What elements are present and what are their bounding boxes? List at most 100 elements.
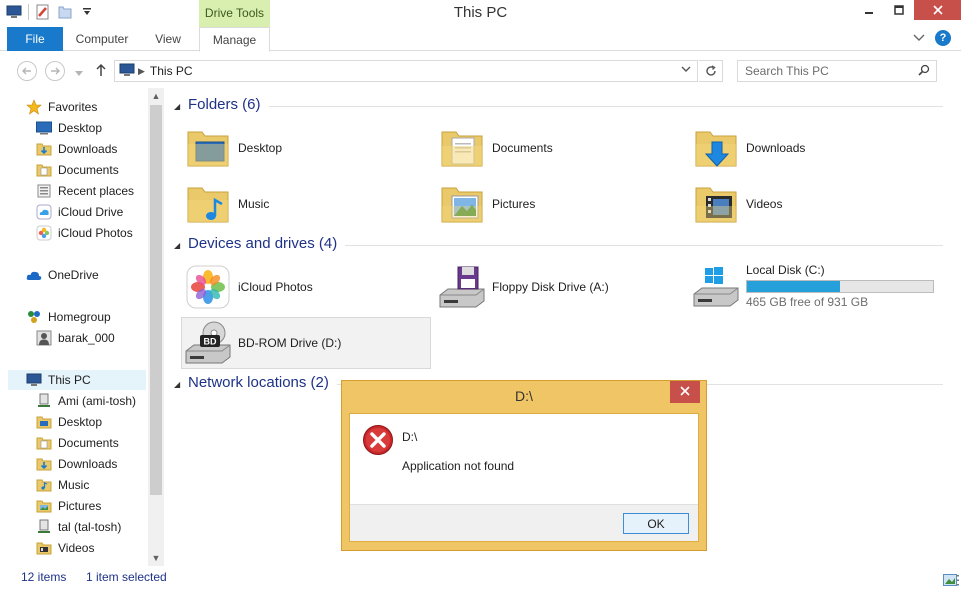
search-box[interactable] — [737, 60, 937, 82]
nav-pc-videos[interactable]: Videos — [36, 538, 94, 558]
nav-label: iCloud Photos — [58, 226, 133, 240]
nav-fav-icloud-photos[interactable]: iCloud Photos — [36, 223, 133, 243]
folder-pictures[interactable]: Pictures — [438, 178, 688, 230]
folder-label: Documents — [492, 141, 553, 155]
maximize-button[interactable] — [884, 0, 914, 20]
refresh-icon — [705, 65, 716, 76]
back-arrow-icon — [22, 67, 31, 75]
window-title: This PC — [453, 4, 508, 21]
search-icon[interactable] — [918, 64, 930, 79]
nav-pc-pictures[interactable]: Pictures — [36, 496, 101, 516]
folder-label: Pictures — [492, 197, 536, 211]
close-button[interactable] — [914, 0, 961, 20]
ok-button[interactable]: OK — [623, 513, 689, 534]
group-title: Devices and drives (4) — [188, 235, 346, 252]
refresh-button[interactable] — [699, 60, 723, 82]
drive-floppy-a[interactable]: Floppy Disk Drive (A:) — [438, 261, 688, 313]
address-bar[interactable]: ▶ This PC — [114, 60, 698, 82]
address-history-dropdown-icon[interactable] — [681, 64, 691, 75]
ribbon-tabs: File Computer View Manage ? — [0, 27, 961, 52]
close-icon — [680, 386, 690, 396]
documents-folder-icon — [441, 131, 483, 167]
nav-pc-documents[interactable]: Documents — [36, 433, 119, 453]
breadcrumb-chevron-icon[interactable]: ▶ — [138, 66, 145, 77]
minimize-button[interactable] — [854, 0, 884, 20]
this-pc-icon[interactable] — [6, 4, 22, 20]
ribbon-right-controls: ? — [913, 30, 951, 46]
nav-fav-documents[interactable]: Documents — [36, 160, 119, 180]
tab-manage[interactable]: Manage — [199, 27, 270, 52]
nav-this-pc[interactable]: This PC — [8, 370, 146, 390]
icloud-drive-icon — [36, 204, 52, 220]
forward-button[interactable] — [45, 61, 65, 81]
tab-file[interactable]: File — [7, 27, 63, 51]
properties-icon[interactable] — [35, 4, 51, 20]
videos-folder-icon — [695, 187, 737, 223]
quick-access-toolbar — [6, 4, 95, 20]
expand-ribbon-icon[interactable] — [913, 31, 925, 45]
folder-desktop[interactable]: Desktop — [184, 122, 434, 174]
nav-label: Ami (ami-tosh) — [58, 394, 137, 408]
nav-onedrive[interactable]: OneDrive — [26, 265, 99, 285]
nav-pc-downloads[interactable]: Downloads — [36, 454, 117, 474]
nav-label: Music — [58, 478, 90, 492]
back-button[interactable] — [17, 61, 37, 81]
scroll-up-icon[interactable]: ▲ — [148, 88, 164, 104]
documents-folder-icon — [36, 162, 52, 178]
nav-fav-icloud-drive[interactable]: iCloud Drive — [36, 202, 123, 222]
homegroup-icon — [26, 309, 42, 325]
nav-fav-desktop[interactable]: Desktop — [36, 118, 102, 138]
tab-view[interactable]: View — [142, 27, 194, 51]
folder-videos[interactable]: Videos — [692, 178, 942, 230]
nav-pc-music[interactable]: Music — [36, 475, 89, 495]
group-divider — [188, 106, 943, 107]
help-icon[interactable]: ? — [935, 30, 951, 46]
drive-local-disk-c[interactable]: Local Disk (C:) 465 GB free of 931 GB — [692, 256, 942, 316]
nav-fav-recent-places[interactable]: Recent places — [36, 181, 134, 201]
bd-rom-drive-icon: BD — [185, 321, 231, 364]
desktop-icon — [36, 120, 52, 136]
nav-label: Desktop — [58, 415, 103, 429]
nav-pane-scrollbar[interactable]: ▲ ▼ — [148, 88, 164, 566]
recent-locations-icon[interactable] — [75, 66, 83, 80]
search-input[interactable] — [738, 61, 908, 81]
folder-documents[interactable]: Documents — [438, 122, 688, 174]
drive-icloud-photos[interactable]: iCloud Photos — [184, 261, 434, 313]
drive-bd-rom-d[interactable]: BD BD-ROM Drive (D:) — [181, 317, 431, 369]
collapse-group-icon[interactable]: ◢ — [174, 102, 180, 111]
network-share-icon — [36, 519, 52, 535]
nav-pc-desktop[interactable]: Desktop — [36, 412, 102, 432]
customize-dropdown-icon[interactable] — [79, 4, 95, 20]
large-icons-view-icon[interactable] — [943, 574, 957, 589]
nav-favorites[interactable]: Favorites — [26, 97, 97, 117]
local-disk-icon — [693, 267, 739, 307]
nav-homegroup-user[interactable]: barak_000 — [36, 328, 115, 348]
scroll-down-icon[interactable]: ▼ — [148, 550, 164, 566]
folder-label: Downloads — [746, 141, 806, 155]
forward-arrow-icon — [51, 67, 60, 75]
new-folder-icon[interactable] — [57, 4, 73, 20]
folder-downloads[interactable]: Downloads — [692, 122, 942, 174]
nav-pc-tal[interactable]: tal (tal-tosh) — [36, 517, 121, 537]
scroll-thumb[interactable] — [150, 105, 162, 495]
dialog-close-button[interactable] — [670, 381, 700, 403]
group-folders[interactable]: ◢ Folders (6) — [174, 96, 943, 118]
group-devices-and-drives[interactable]: ◢ Devices and drives (4) — [174, 235, 943, 257]
nav-fav-downloads[interactable]: Downloads — [36, 139, 117, 159]
window-controls — [854, 0, 961, 20]
disk-usage-fill — [747, 281, 840, 292]
collapse-group-icon[interactable]: ◢ — [174, 380, 180, 389]
nav-pc-ami[interactable]: Ami (ami-tosh) — [36, 391, 136, 411]
nav-homegroup[interactable]: Homegroup — [26, 307, 111, 327]
tab-computer[interactable]: Computer — [66, 27, 138, 51]
svg-text:BD: BD — [204, 337, 217, 347]
collapse-group-icon[interactable]: ◢ — [174, 241, 180, 250]
breadcrumb-this-pc[interactable]: This PC — [150, 64, 193, 78]
selection-count: 1 item selected — [86, 570, 167, 584]
folder-label: Music — [238, 197, 270, 211]
up-arrow-icon[interactable] — [95, 63, 107, 80]
folder-music[interactable]: Music — [184, 178, 434, 230]
folder-label: Desktop — [238, 141, 283, 155]
dialog-body: D:\ Application not found OK — [349, 413, 699, 542]
nav-label: Recent places — [58, 184, 135, 198]
